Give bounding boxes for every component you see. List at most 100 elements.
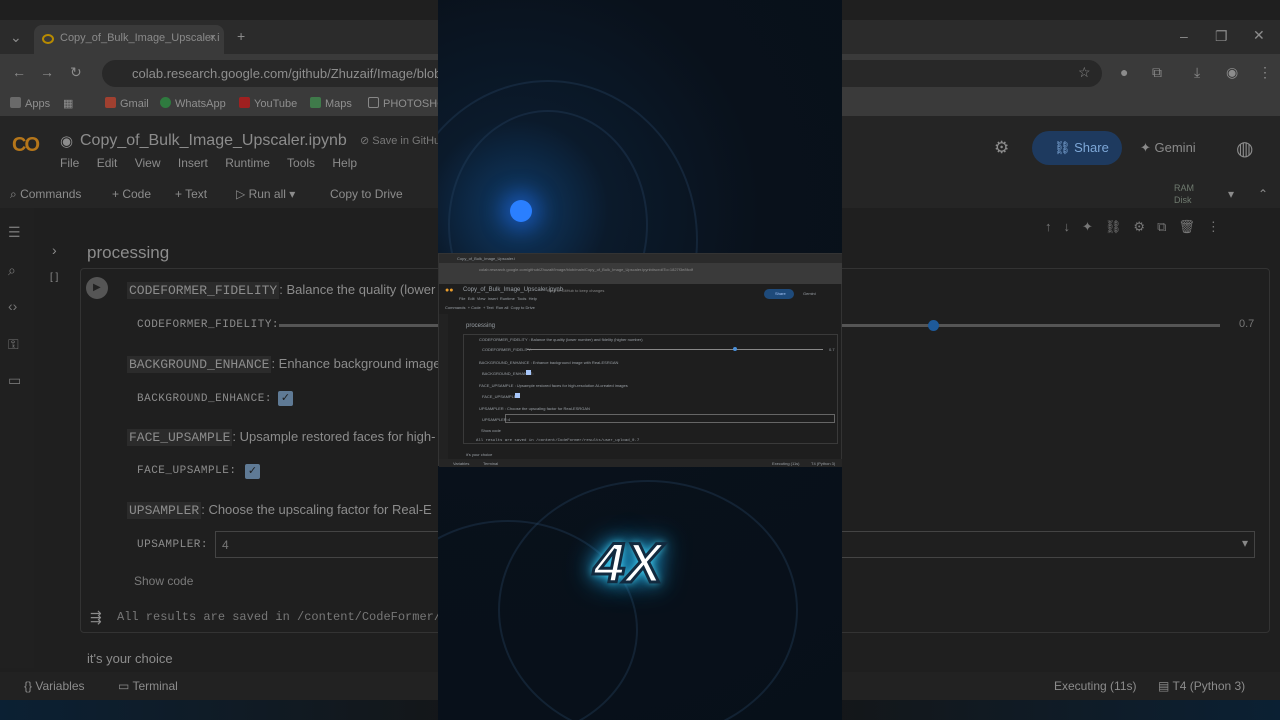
- mini-executing: Executing (11s): [772, 461, 800, 466]
- move-up-icon[interactable]: ↑: [1045, 219, 1052, 234]
- add-text-button[interactable]: + Text: [175, 187, 207, 201]
- close-window-icon[interactable]: ✕: [1253, 27, 1265, 44]
- commands-button[interactable]: ⌕ Commands: [10, 187, 81, 202]
- back-icon[interactable]: ←: [12, 64, 26, 80]
- user-avatar[interactable]: ◍: [1236, 136, 1253, 161]
- run-cell-button[interactable]: ▶: [86, 277, 108, 299]
- menu-view[interactable]: View: [135, 156, 161, 170]
- add-code-button[interactable]: + Code: [112, 187, 151, 201]
- mini-upsampler-line: UPSAMPLER : Choose the upscaling factor …: [479, 406, 590, 411]
- browser-menu-icon[interactable]: ⋮: [1258, 64, 1272, 81]
- bookmark-gmail[interactable]: Gmail: [105, 97, 149, 110]
- puzzle-icon[interactable]: ⧉: [1152, 64, 1162, 81]
- bookmark-maps[interactable]: Maps: [310, 97, 352, 110]
- restore-icon[interactable]: ❐: [1215, 28, 1228, 45]
- mini-slider: [527, 349, 823, 350]
- cell-settings-icon[interactable]: ⚙: [1133, 219, 1145, 234]
- browser-tab[interactable]: Copy_of_Bulk_Image_Upscaler.i ×: [34, 25, 224, 54]
- share-button[interactable]: ⛓ Share: [1032, 131, 1122, 165]
- mini-terminal: Terminal: [483, 461, 499, 466]
- mini-screenshot: Copy_of_Bulk_Image_Upscaler.i colab.rese…: [438, 253, 842, 467]
- link-cell-icon[interactable]: ⛓: [1105, 219, 1122, 234]
- code-snippets-icon[interactable]: ‹›: [8, 298, 17, 314]
- delete-icon[interactable]: 🗑: [1178, 219, 1195, 234]
- mini-fidelity-line: CODEFORMER_FIDELITY : Balance the qualit…: [479, 337, 643, 342]
- mini-gemini-label: Gemini: [803, 291, 816, 296]
- new-tab-icon[interactable]: +: [237, 28, 245, 44]
- close-tab-icon[interactable]: ×: [210, 32, 216, 44]
- link-icon: ⛓: [1054, 140, 1075, 155]
- menu-insert[interactable]: Insert: [178, 156, 208, 170]
- download-icon[interactable]: ⤓: [1194, 64, 1200, 81]
- mini-menu: File Edit View Insert Runtime Tools Help: [459, 296, 537, 301]
- fidelity-description: CODEFORMER_FIDELITY: Balance the quality…: [127, 282, 436, 299]
- bg-enhance-label: BACKGROUND_ENHANCE:: [137, 393, 272, 405]
- minimize-icon[interactable]: –: [1180, 28, 1188, 44]
- show-code-link[interactable]: Show code: [134, 574, 193, 588]
- menu-runtime[interactable]: Runtime: [225, 156, 270, 170]
- move-down-icon[interactable]: ↓: [1064, 219, 1071, 234]
- bookmark-star-icon[interactable]: ☆: [1078, 64, 1091, 81]
- output-text: All results are saved in /content/CodeFo…: [117, 610, 478, 624]
- notebook-title[interactable]: Copy_of_Bulk_Image_Upscaler.ipynb: [80, 132, 347, 150]
- face-upsample-label: FACE_UPSAMPLE:: [137, 465, 237, 477]
- mini-face-label: FACE_UPSAMPLE:: [482, 394, 518, 399]
- fidelity-slider-handle[interactable]: [928, 320, 939, 331]
- mini-upsampler-value: 4: [508, 417, 511, 422]
- collapse-icon[interactable]: ⌃: [1258, 187, 1268, 201]
- server-icon: ▤: [1158, 679, 1173, 693]
- menu-tools[interactable]: Tools: [287, 156, 315, 170]
- bookmark-apps[interactable]: Apps: [10, 97, 50, 110]
- bookmark-photoshop[interactable]: PHOTOSHO: [368, 97, 446, 110]
- folder-icon: [368, 97, 379, 108]
- 4x-overlay-label: 4X: [592, 530, 664, 596]
- bookmark-youtube[interactable]: YouTube: [239, 97, 297, 110]
- braces-icon: {}: [24, 679, 36, 693]
- mini-slider-handle: [733, 347, 737, 351]
- youtube-icon: [239, 97, 250, 108]
- toc-icon[interactable]: ☰: [8, 224, 21, 241]
- copy-to-drive-button[interactable]: Copy to Drive: [330, 187, 403, 201]
- gemini-cell-icon[interactable]: ✦: [1082, 219, 1093, 234]
- whatsapp-icon: [160, 97, 171, 108]
- files-folder-icon[interactable]: ▭: [8, 372, 21, 389]
- tab-list-icon[interactable]: ⌄: [10, 29, 22, 46]
- terminal-button[interactable]: ▭ Terminal: [118, 679, 178, 693]
- settings-gear-icon[interactable]: ⚙: [994, 138, 1009, 158]
- more-icon[interactable]: ⋮: [1207, 219, 1220, 234]
- mirror-cell-icon[interactable]: ⧉: [1157, 219, 1166, 234]
- output-menu-icon[interactable]: ⇶: [90, 609, 102, 626]
- extension-icon[interactable]: ●: [1120, 64, 1128, 80]
- menu-bar: File Edit View Insert Runtime Tools Help: [60, 156, 371, 170]
- forward-icon[interactable]: →: [40, 64, 54, 80]
- variables-button[interactable]: {} Variables: [24, 679, 85, 693]
- mini-section-title: processing: [466, 323, 496, 329]
- plus-icon: +: [175, 187, 186, 201]
- face-upsample-checkbox[interactable]: ✓: [245, 464, 260, 479]
- mini-runtime: T4 (Python 3): [811, 461, 836, 466]
- menu-file[interactable]: File: [60, 156, 79, 170]
- reload-icon[interactable]: ↻: [70, 64, 82, 81]
- profile-avatar[interactable]: ◉: [1226, 64, 1238, 81]
- left-sidebar: ☰ ⌕ ‹› ⚿ ▭: [0, 208, 34, 668]
- bg-enhance-checkbox[interactable]: ✓: [278, 391, 293, 406]
- bookmark-whatsapp[interactable]: WhatsApp: [160, 97, 226, 110]
- grid-icon[interactable]: ▦: [63, 97, 73, 110]
- resource-monitor[interactable]: RAM Disk: [1174, 182, 1194, 206]
- colab-logo[interactable]: CO: [12, 134, 40, 157]
- run-all-button[interactable]: ▷ Run all ▾: [236, 187, 295, 201]
- mini-share-label: Share: [775, 291, 786, 296]
- secrets-key-icon[interactable]: ⚿: [8, 336, 19, 353]
- video-center-panel: Copy_of_Bulk_Image_Upscaler.i colab.rese…: [438, 0, 842, 720]
- upsampler-label: UPSAMPLER:: [137, 539, 209, 551]
- mini-variables: Variables: [453, 461, 470, 466]
- mini-bookmarks: [439, 275, 842, 284]
- gemini-button[interactable]: ✦ Gemini: [1140, 140, 1196, 156]
- bg-enhance-description: BACKGROUND_ENHANCE: Enhance background i…: [127, 356, 441, 373]
- runtime-status[interactable]: ▤ T4 (Python 3): [1158, 679, 1245, 693]
- menu-help[interactable]: Help: [332, 156, 357, 170]
- collapse-section-icon[interactable]: ›: [52, 242, 57, 258]
- chevron-down-icon[interactable]: ▾: [1228, 187, 1234, 201]
- menu-edit[interactable]: Edit: [97, 156, 118, 170]
- find-icon[interactable]: ⌕: [8, 262, 16, 279]
